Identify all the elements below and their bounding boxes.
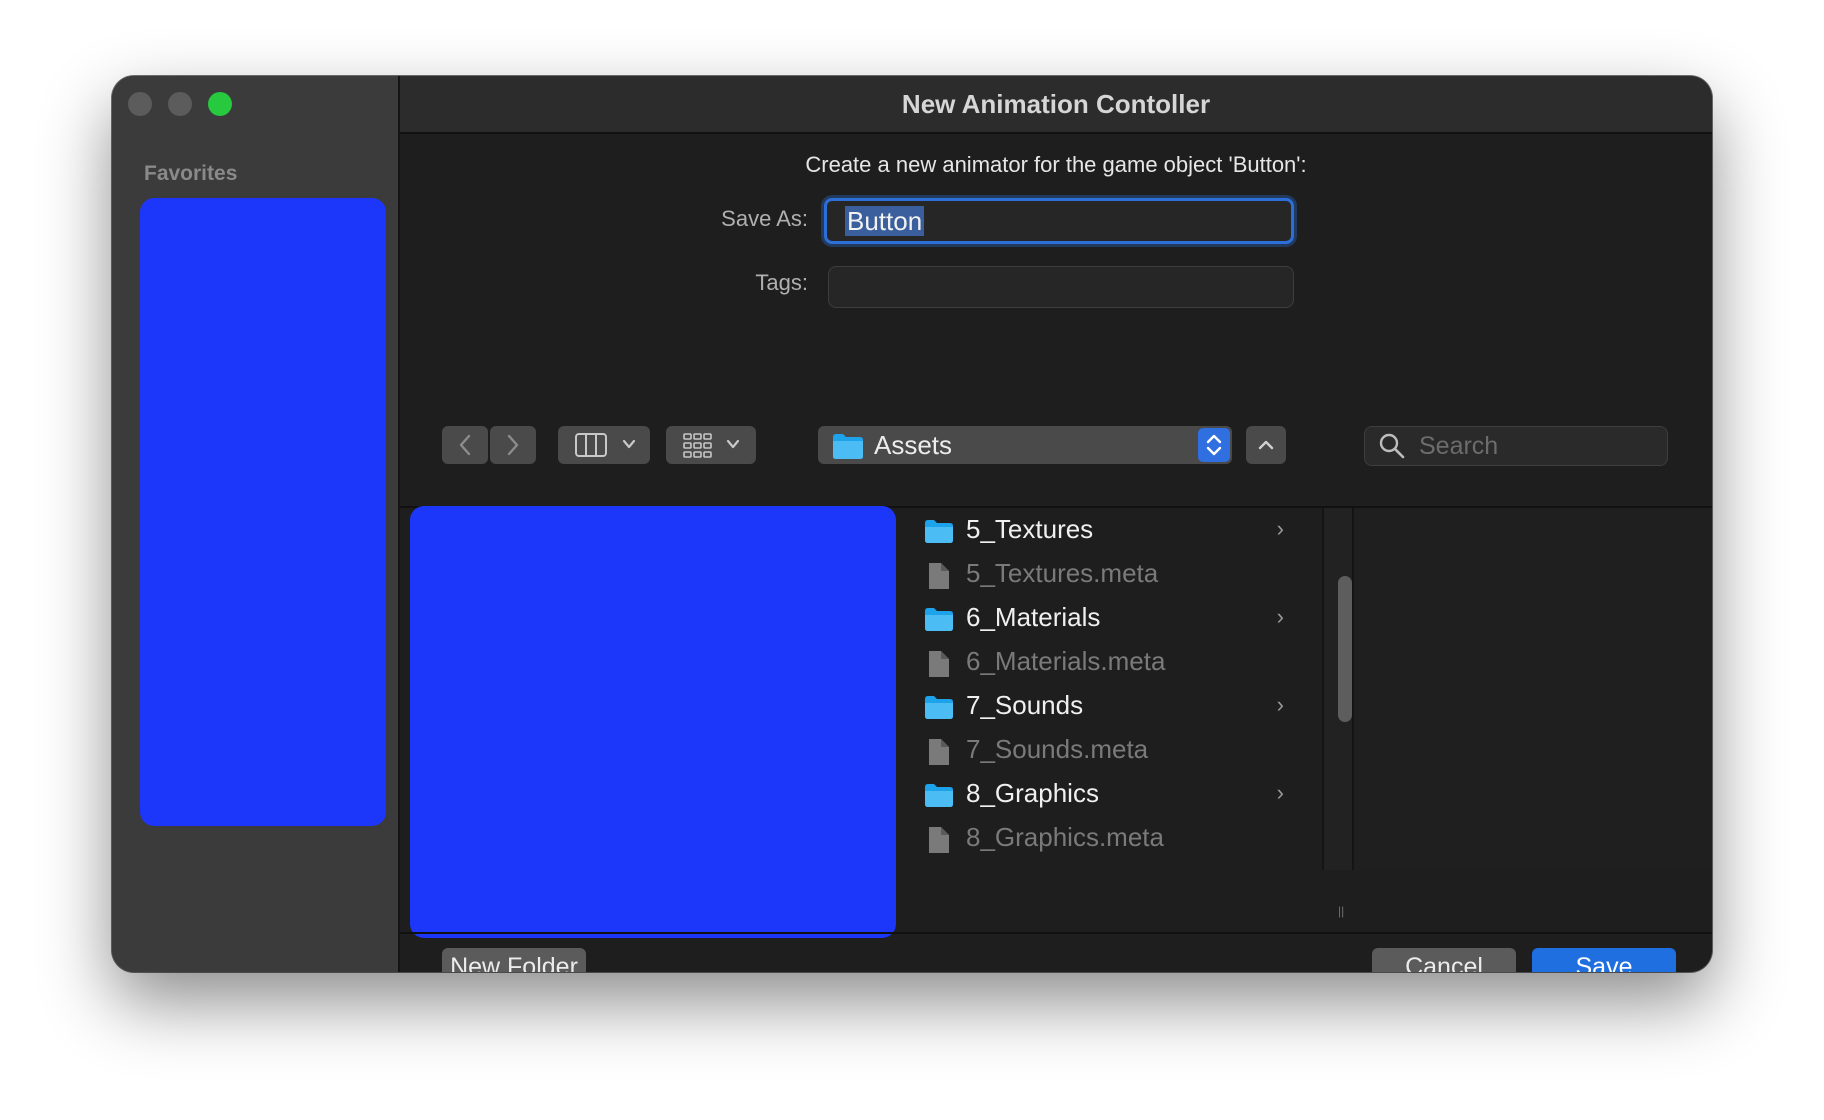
folder-icon [925, 696, 953, 719]
search-placeholder: Search [1419, 432, 1499, 460]
location-stepper[interactable] [1198, 428, 1230, 462]
file-name: 9_Animations [966, 866, 1124, 870]
expand-collapse-button[interactable] [1246, 426, 1286, 464]
preview-redacted-block [410, 506, 896, 938]
group-view-button[interactable] [666, 426, 756, 464]
folder-icon [924, 518, 954, 544]
search-icon [1379, 433, 1405, 459]
back-button[interactable] [442, 426, 488, 464]
chevron-right-icon: › [1276, 516, 1284, 541]
file-list-column: 5_Textures › 5_Textures.meta 6_Materials › 6_… [920, 508, 1314, 870]
location-popup[interactable]: Assets [818, 426, 1232, 464]
file-list-item[interactable]: 6_Materials.meta [920, 640, 1314, 684]
cancel-button[interactable]: Cancel [1372, 948, 1516, 972]
zoom-window-button[interactable] [208, 92, 232, 116]
forward-button[interactable] [490, 426, 536, 464]
sidebar: Favorites [112, 76, 400, 972]
favorites-redacted-block [140, 198, 386, 826]
document-icon [929, 739, 949, 765]
folder-icon [924, 606, 954, 632]
favorites-label: Favorites [144, 162, 238, 185]
folder-icon [925, 784, 953, 807]
grid-icon [683, 433, 740, 458]
columns-icon [575, 433, 636, 457]
file-list-item[interactable]: 7_Sounds.meta [920, 728, 1314, 772]
scrollbar-thumb[interactable] [1338, 576, 1352, 722]
column-divider-2 [1352, 508, 1354, 870]
file-name: 6_Materials.meta [966, 646, 1166, 676]
chevron-up-icon [1258, 440, 1274, 450]
folder-icon [924, 694, 954, 720]
save-as-label: Save As: [721, 206, 808, 231]
title-bar: New Animation Contoller [400, 76, 1712, 134]
file-list-item[interactable]: 9_Animations › [920, 860, 1314, 870]
file-name: 5_Textures [966, 514, 1094, 544]
file-name: 5_Textures.meta [966, 558, 1159, 588]
chevron-right-icon: › [1276, 604, 1284, 629]
save-button[interactable]: Save [1532, 948, 1676, 972]
save-as-value: Button [845, 206, 925, 236]
chevron-left-icon [459, 434, 471, 456]
column-resize-handle[interactable]: || [1338, 904, 1352, 918]
folder-icon [925, 520, 953, 543]
folder-icon [924, 782, 954, 808]
document-icon [924, 738, 954, 766]
tags-label: Tags: [755, 270, 808, 295]
dialog-content: Create a new animator for the game objec… [400, 134, 1712, 972]
minimize-window-button[interactable] [168, 92, 192, 116]
tags-input[interactable] [828, 266, 1294, 308]
folder-icon [833, 434, 863, 459]
document-icon [929, 563, 949, 589]
file-list-item[interactable]: 5_Textures.meta [920, 552, 1314, 596]
dialog-prompt: Create a new animator for the game objec… [805, 152, 1307, 177]
folder-icon [925, 608, 953, 631]
file-list-item[interactable]: 7_Sounds › [920, 684, 1314, 728]
file-list-item[interactable]: 8_Graphics.meta [920, 816, 1314, 860]
file-list-item[interactable]: 5_Textures › [920, 508, 1314, 552]
document-icon [924, 562, 954, 590]
document-icon [929, 651, 949, 677]
file-name: 6_Materials [966, 602, 1101, 632]
search-input[interactable]: Search [1364, 426, 1668, 466]
document-icon [924, 826, 954, 854]
save-dialog-window: Favorites New Animation Contoller Create… [112, 76, 1712, 972]
empty-column [1354, 508, 1712, 870]
chevron-right-icon [507, 434, 519, 456]
document-icon [924, 650, 954, 678]
file-list-item[interactable]: 6_Materials › [920, 596, 1314, 640]
updown-chevron-icon [1206, 434, 1222, 456]
document-icon [929, 827, 949, 853]
file-name: 7_Sounds.meta [966, 734, 1149, 764]
chevron-right-icon: › [1277, 868, 1284, 870]
new-folder-button[interactable]: New Folder [442, 948, 586, 972]
file-name: 8_Graphics [966, 778, 1099, 808]
column-view-button[interactable] [558, 426, 650, 464]
window-title: New Animation Contoller [901, 89, 1211, 119]
footer-divider [400, 932, 1712, 934]
file-name: 7_Sounds [966, 690, 1084, 720]
file-list-item[interactable]: 8_Graphics › [920, 772, 1314, 816]
close-window-button[interactable] [128, 92, 152, 116]
file-name: 8_Graphics.meta [966, 822, 1164, 852]
location-label: Assets [874, 430, 953, 460]
chevron-right-icon: › [1276, 780, 1284, 805]
save-as-input[interactable]: Button [824, 198, 1294, 244]
chevron-right-icon: › [1276, 692, 1284, 717]
